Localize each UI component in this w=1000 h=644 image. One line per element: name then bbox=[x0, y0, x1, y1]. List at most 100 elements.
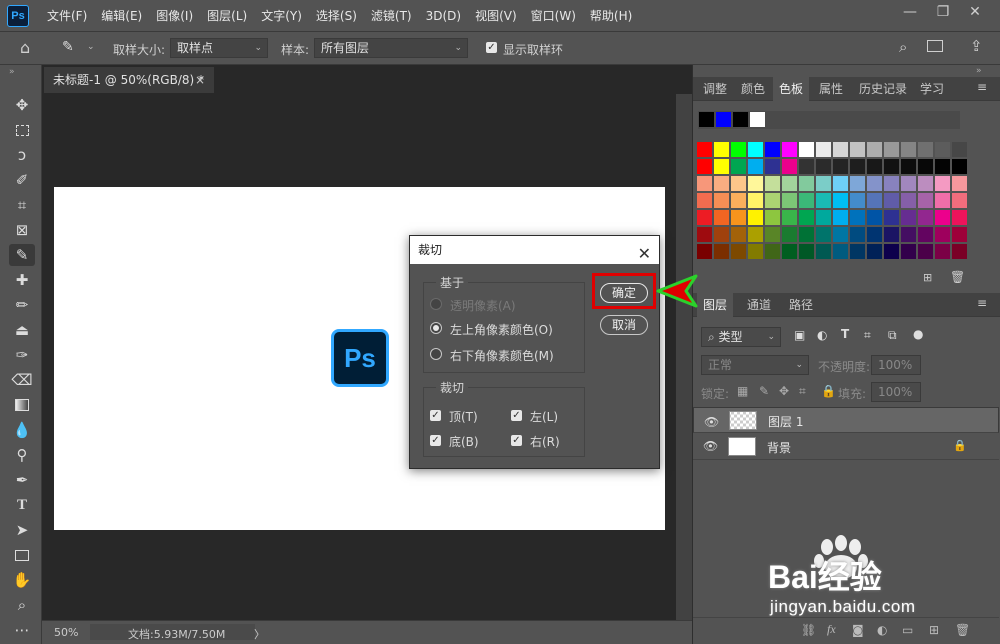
color-swatch[interactable] bbox=[918, 176, 933, 191]
eye-icon[interactable]: 👁 bbox=[704, 413, 719, 431]
color-swatch[interactable] bbox=[765, 159, 780, 174]
color-swatch[interactable] bbox=[748, 159, 763, 174]
color-swatch[interactable] bbox=[918, 244, 933, 259]
color-swatch[interactable] bbox=[884, 244, 899, 259]
radio-top-left-color[interactable] bbox=[430, 322, 442, 334]
color-swatch[interactable] bbox=[935, 142, 950, 157]
color-swatch[interactable] bbox=[867, 176, 882, 191]
color-swatch[interactable] bbox=[850, 244, 865, 259]
color-swatch[interactable] bbox=[697, 176, 712, 191]
trim-right-checkbox[interactable]: ✓ bbox=[511, 435, 522, 446]
color-swatch[interactable] bbox=[697, 227, 712, 242]
color-swatch[interactable] bbox=[952, 159, 967, 174]
color-swatch[interactable] bbox=[901, 210, 916, 225]
workspace-icon[interactable] bbox=[927, 40, 943, 52]
close-icon[interactable]: ✕ bbox=[638, 240, 651, 268]
color-swatch[interactable] bbox=[748, 176, 763, 191]
collapse-icon[interactable]: » bbox=[976, 66, 982, 76]
menu-view[interactable]: 视图(V) bbox=[475, 7, 517, 24]
frame-tool-icon[interactable]: ⊠ bbox=[9, 219, 35, 241]
recent-swatch[interactable] bbox=[699, 112, 714, 127]
color-swatch[interactable] bbox=[816, 142, 831, 157]
menu-type[interactable]: 文字(Y) bbox=[261, 7, 302, 24]
color-swatch[interactable] bbox=[748, 142, 763, 157]
tab-channels[interactable]: 通道 bbox=[741, 293, 777, 317]
more-tools-icon[interactable]: ⋯ bbox=[9, 619, 35, 641]
color-swatch[interactable] bbox=[765, 193, 780, 208]
color-swatch[interactable] bbox=[816, 210, 831, 225]
sample-size-select[interactable]: 取样点 ⌄ bbox=[170, 38, 268, 58]
color-swatch[interactable] bbox=[918, 210, 933, 225]
eye-icon[interactable]: 👁 bbox=[703, 439, 718, 453]
type-tool-icon[interactable]: T bbox=[9, 494, 35, 516]
color-swatch[interactable] bbox=[935, 176, 950, 191]
color-swatch[interactable] bbox=[816, 159, 831, 174]
new-layer-icon[interactable]: ⊞ bbox=[929, 623, 939, 637]
panel-menu-icon[interactable]: ≡ bbox=[977, 296, 987, 310]
layer-row[interactable]: 👁 背景 🔒 bbox=[693, 434, 999, 460]
color-swatch[interactable] bbox=[799, 227, 814, 242]
quick-select-tool-icon[interactable]: ✐ bbox=[9, 169, 35, 191]
menu-select[interactable]: 选择(S) bbox=[316, 7, 357, 24]
eraser-tool-icon[interactable]: ⌫ bbox=[9, 369, 35, 391]
color-swatch[interactable] bbox=[748, 210, 763, 225]
rectangle-tool-icon[interactable] bbox=[9, 544, 35, 566]
color-swatch[interactable] bbox=[884, 210, 899, 225]
color-swatch[interactable] bbox=[952, 244, 967, 259]
color-swatch[interactable] bbox=[918, 142, 933, 157]
expand-icon[interactable]: » bbox=[9, 67, 15, 77]
color-swatch[interactable] bbox=[714, 210, 729, 225]
color-swatch[interactable] bbox=[816, 176, 831, 191]
color-swatch[interactable] bbox=[782, 244, 797, 259]
fill-field[interactable]: 100% bbox=[871, 382, 921, 402]
color-swatch[interactable] bbox=[850, 210, 865, 225]
menu-image[interactable]: 图像(I) bbox=[156, 7, 193, 24]
adjustment-layer-icon[interactable]: ◐ bbox=[877, 623, 887, 637]
color-swatch[interactable] bbox=[901, 159, 916, 174]
folder-icon[interactable]: ▭ bbox=[902, 623, 913, 637]
color-swatch[interactable] bbox=[901, 176, 916, 191]
new-swatch-icon[interactable]: ⊞ bbox=[923, 271, 932, 284]
tab-layers[interactable]: 图层 bbox=[697, 293, 734, 317]
stamp-tool-icon[interactable]: ⏏ bbox=[9, 319, 35, 341]
color-swatch[interactable] bbox=[765, 176, 780, 191]
color-swatch[interactable] bbox=[833, 193, 848, 208]
color-swatch[interactable] bbox=[867, 159, 882, 174]
close-window-button[interactable]: ✕ bbox=[960, 0, 990, 24]
pen-tool-icon[interactable]: ✒ bbox=[9, 469, 35, 491]
filter-toggle-icon[interactable]: ● bbox=[913, 327, 923, 341]
trash-icon[interactable]: 🗑 bbox=[950, 270, 965, 284]
radio-bottom-right-color[interactable] bbox=[430, 348, 442, 360]
color-swatch[interactable] bbox=[867, 244, 882, 259]
color-swatch[interactable] bbox=[952, 227, 967, 242]
color-swatch[interactable] bbox=[901, 193, 916, 208]
color-swatch[interactable] bbox=[935, 159, 950, 174]
color-swatch[interactable] bbox=[731, 210, 746, 225]
tab-history[interactable]: 历史记录 bbox=[853, 77, 913, 101]
color-swatch[interactable] bbox=[782, 210, 797, 225]
lock-all-icon[interactable]: 🔒 bbox=[821, 384, 836, 398]
home-icon[interactable]: ⌂ bbox=[20, 38, 30, 57]
panel-menu-icon[interactable]: ≡ bbox=[977, 80, 987, 94]
color-swatch[interactable] bbox=[901, 244, 916, 259]
hand-tool-icon[interactable]: ✋ bbox=[9, 569, 35, 591]
menu-filter[interactable]: 滤镜(T) bbox=[371, 7, 412, 24]
color-swatch[interactable] bbox=[748, 244, 763, 259]
blend-mode-select[interactable]: 正常 ⌄ bbox=[701, 355, 809, 375]
color-swatch[interactable] bbox=[952, 176, 967, 191]
color-swatch[interactable] bbox=[697, 210, 712, 225]
color-swatch[interactable] bbox=[833, 176, 848, 191]
tab-color[interactable]: 颜色 bbox=[735, 77, 771, 101]
lock-pixels-icon[interactable]: ✎ bbox=[759, 384, 769, 398]
color-swatch[interactable] bbox=[850, 142, 865, 157]
menu-3d[interactable]: 3D(D) bbox=[426, 9, 461, 23]
zoom-level[interactable]: 50% bbox=[54, 626, 78, 639]
trim-left-checkbox[interactable]: ✓ bbox=[511, 410, 522, 421]
color-swatch[interactable] bbox=[714, 244, 729, 259]
color-swatch[interactable] bbox=[833, 210, 848, 225]
color-swatch[interactable] bbox=[935, 244, 950, 259]
show-ring-checkbox[interactable]: ✓ bbox=[486, 42, 497, 53]
gradient-tool-icon[interactable] bbox=[9, 394, 35, 416]
color-swatch[interactable] bbox=[731, 244, 746, 259]
link-icon[interactable]: ⛓ bbox=[801, 623, 816, 637]
